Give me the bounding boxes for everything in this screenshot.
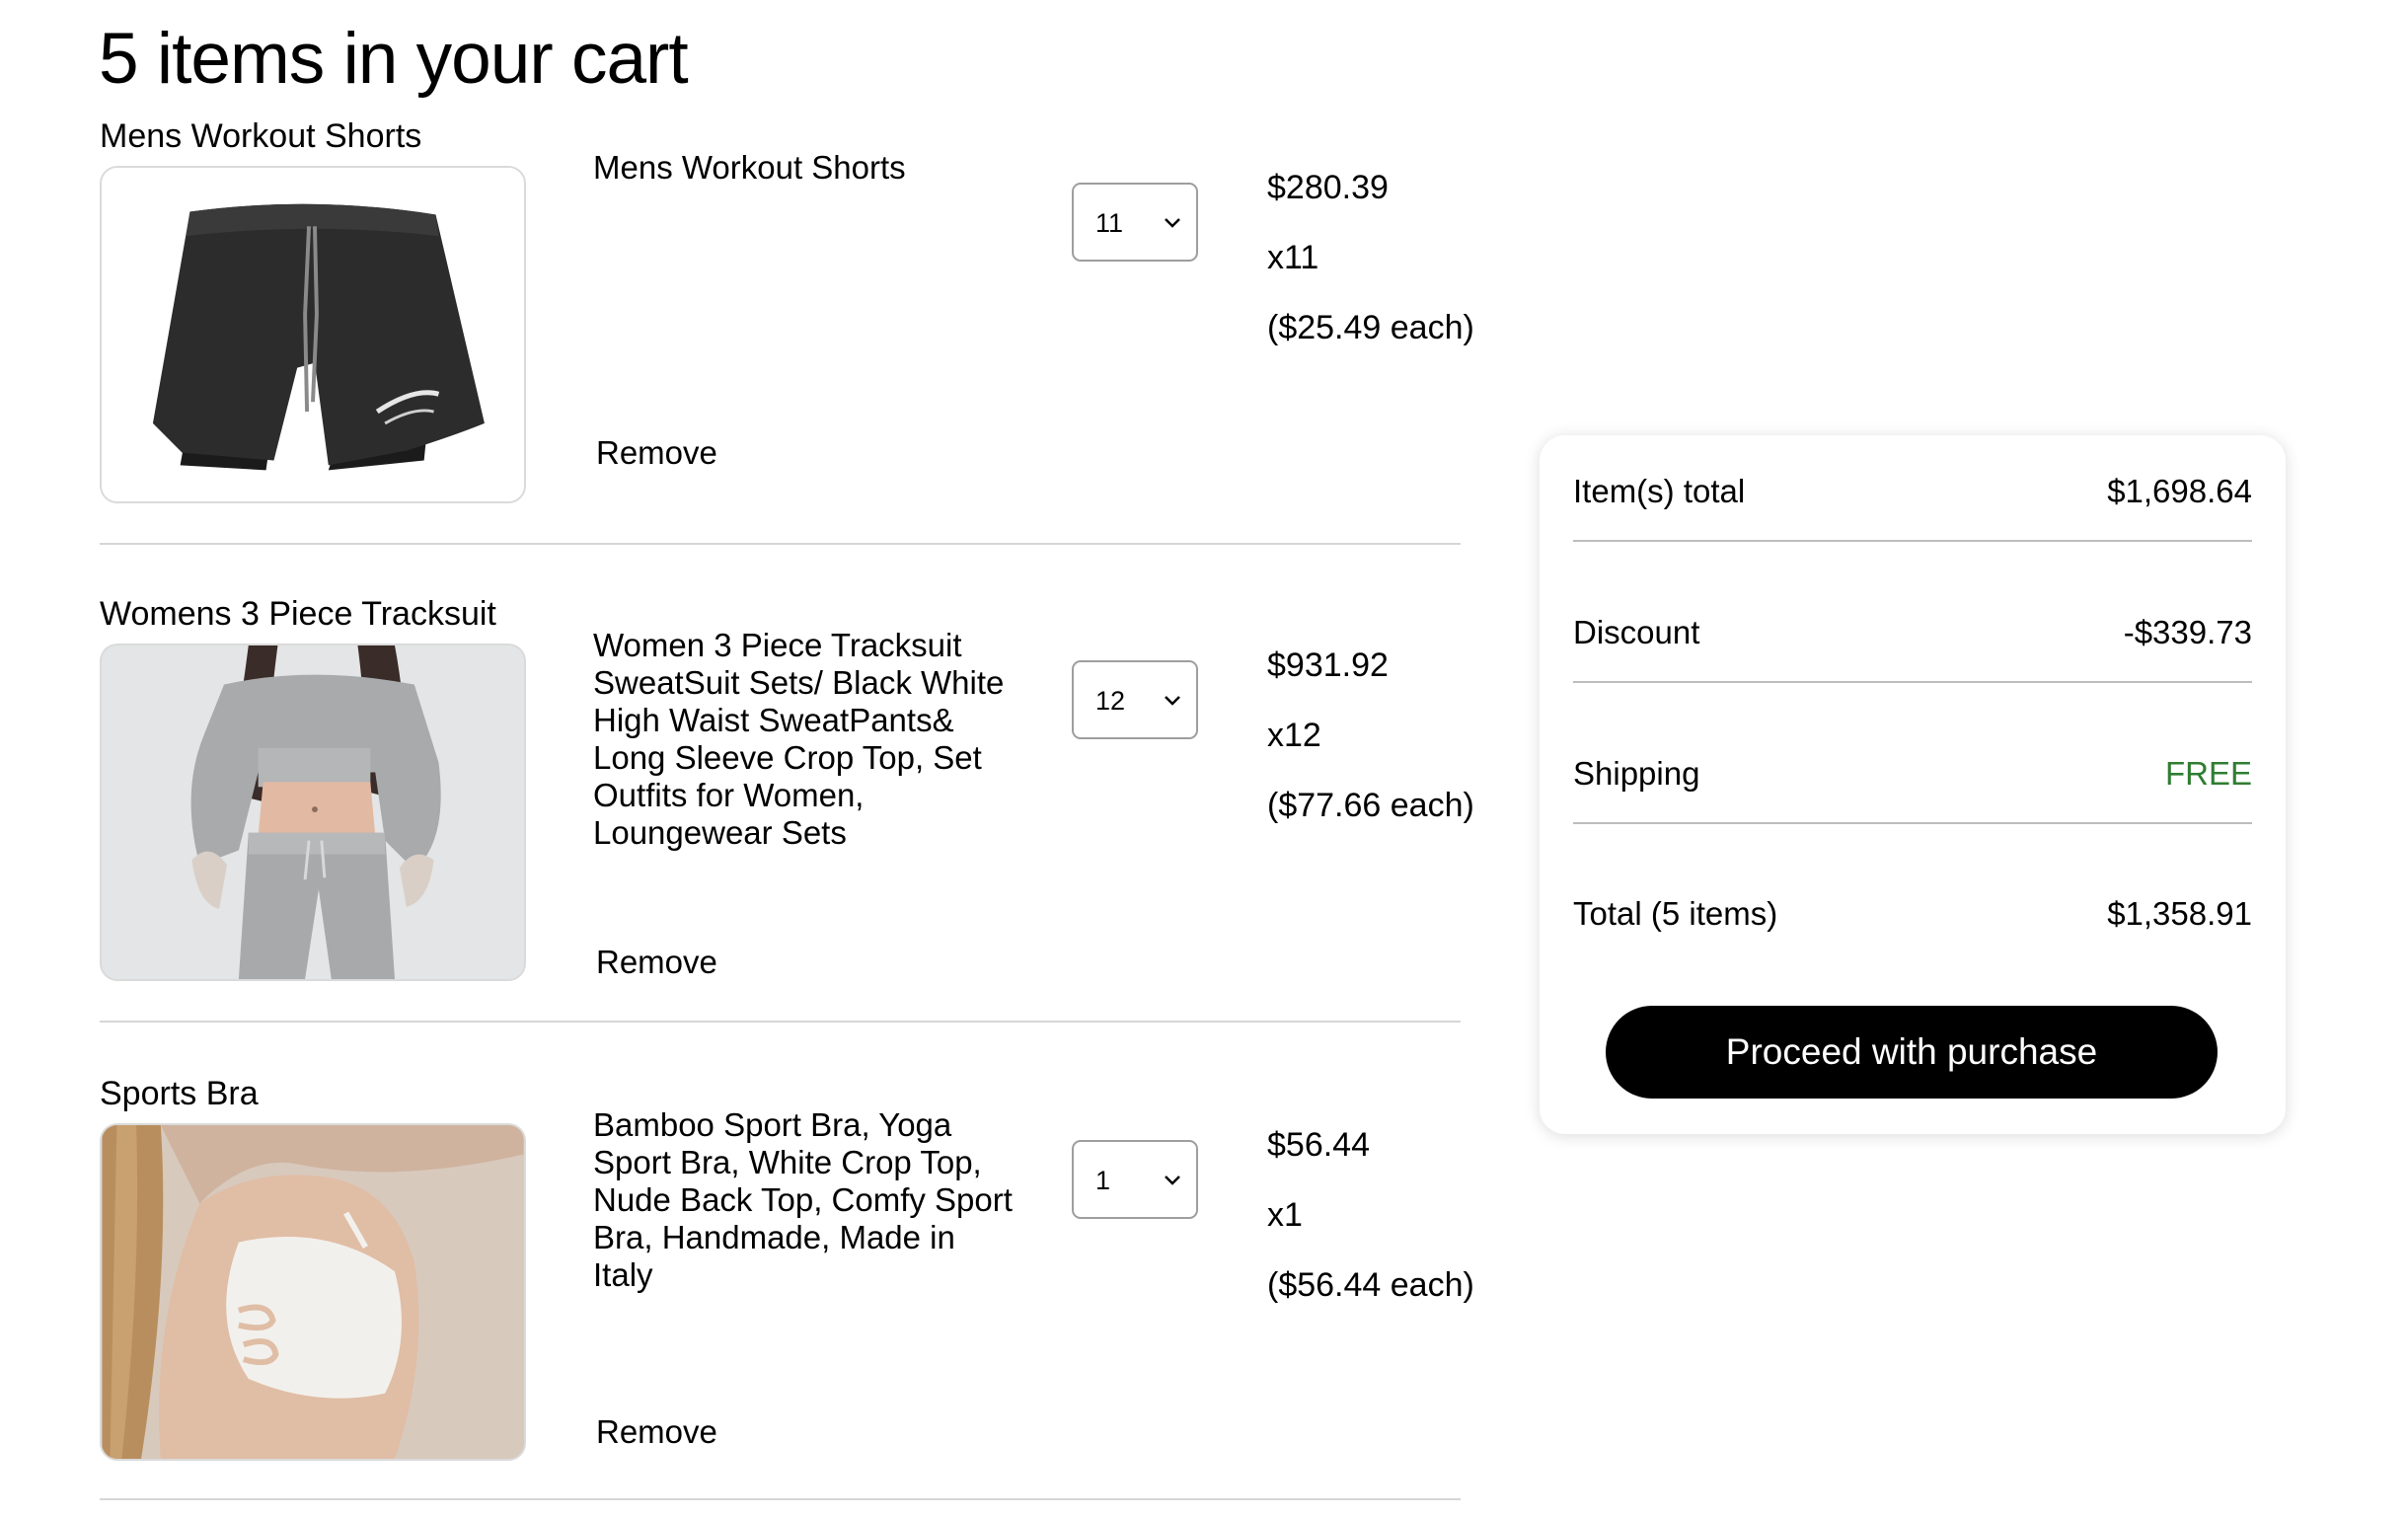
order-total-row: Total (5 items) $1,358.91 xyxy=(1573,889,2252,939)
item-unit-price: ($25.49 each) xyxy=(1267,309,1474,346)
order-total-label: Total (5 items) xyxy=(1573,895,1778,932)
item-name: Bamboo Sport Bra, Yoga Sport Bra, White … xyxy=(593,1106,1013,1293)
item-quantity-label: x12 xyxy=(1267,717,1321,754)
chevron-down-icon xyxy=(1165,1176,1180,1185)
quantity-value: 12 xyxy=(1095,686,1126,716)
remove-button[interactable]: Remove xyxy=(596,944,717,981)
remove-button[interactable]: Remove xyxy=(596,434,717,472)
summary-divider xyxy=(1573,681,2252,683)
shipping-label: Shipping xyxy=(1573,755,1700,792)
items-total-row: Item(s) total $1,698.64 xyxy=(1573,467,2252,516)
chevron-down-icon xyxy=(1165,696,1180,706)
chevron-down-icon xyxy=(1165,218,1180,228)
cart-item: Womens 3 Piece Tracksuit Women 3 Piece T… xyxy=(100,594,1474,1028)
quantity-select[interactable]: 11 xyxy=(1072,183,1198,262)
item-quantity-label: x1 xyxy=(1267,1196,1303,1234)
quantity-select[interactable]: 12 xyxy=(1072,660,1198,739)
item-heading: Womens 3 Piece Tracksuit xyxy=(100,595,496,633)
order-total-value: $1,358.91 xyxy=(2107,895,2252,932)
item-quantity-label: x11 xyxy=(1267,239,1319,276)
item-total-price: $280.39 xyxy=(1267,169,1389,206)
item-divider xyxy=(100,543,1461,545)
shipping-row: Shipping FREE xyxy=(1573,749,2252,798)
remove-button[interactable]: Remove xyxy=(596,1413,717,1451)
product-image-sports-bra[interactable] xyxy=(100,1123,526,1461)
discount-label: Discount xyxy=(1573,614,1700,650)
item-total-price: $56.44 xyxy=(1267,1126,1370,1164)
cart-item: Mens Workout Shorts Mens Workout Shorts … xyxy=(100,116,1474,551)
item-divider xyxy=(100,1021,1461,1023)
item-name: Mens Workout Shorts xyxy=(593,149,906,186)
tracksuit-image xyxy=(102,645,524,979)
shipping-value: FREE xyxy=(2164,755,2252,792)
item-divider xyxy=(100,1498,1461,1500)
cart-item: Sports Bra Bamboo Sport Bra, Yoga Sport … xyxy=(100,1074,1474,1508)
product-image-tracksuit[interactable] xyxy=(100,644,526,981)
item-heading: Sports Bra xyxy=(100,1075,259,1112)
quantity-value: 1 xyxy=(1095,1166,1111,1195)
quantity-value: 11 xyxy=(1095,208,1124,238)
summary-divider xyxy=(1573,540,2252,542)
quantity-select[interactable]: 1 xyxy=(1072,1140,1198,1219)
summary-divider xyxy=(1573,822,2252,824)
discount-value: -$339.73 xyxy=(2123,614,2252,650)
proceed-with-purchase-button[interactable]: Proceed with purchase xyxy=(1606,1006,2218,1099)
item-unit-price: ($56.44 each) xyxy=(1267,1266,1474,1304)
items-total-value: $1,698.64 xyxy=(2107,473,2252,509)
page-title: 5 items in your cart xyxy=(99,19,689,99)
item-heading: Mens Workout Shorts xyxy=(100,117,422,155)
shorts-image xyxy=(102,168,524,501)
product-image-shorts[interactable] xyxy=(100,166,526,503)
items-total-label: Item(s) total xyxy=(1573,473,1746,509)
item-total-price: $931.92 xyxy=(1267,646,1389,684)
order-summary: Item(s) total $1,698.64 Discount -$339.7… xyxy=(1540,435,2286,1134)
item-unit-price: ($77.66 each) xyxy=(1267,787,1474,824)
item-name: Women 3 Piece Tracksuit SweatSuit Sets/ … xyxy=(593,627,1005,851)
sports-bra-image xyxy=(102,1125,524,1459)
discount-row: Discount -$339.73 xyxy=(1573,608,2252,657)
